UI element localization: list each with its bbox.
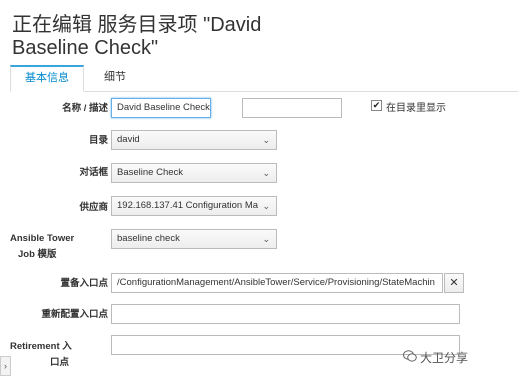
retirement-entry-label-line2: 口点 [50,357,70,368]
tab-basic-info[interactable]: 基本信息 [10,65,84,92]
retirement-entry-label-line1: Retirement 入 [10,341,72,352]
close-icon: ✕ [449,277,459,289]
catalog-label: 目录 [88,135,108,146]
provisioning-entry-input[interactable]: /ConfigurationManagement/AnsibleTower/Se… [111,273,443,293]
provider-select[interactable]: 192.168.137.41 Configuration Ma ⌄ [111,196,277,216]
display-in-catalog-label: 在目录里显示 [386,103,446,114]
tab-details[interactable]: 细节 [90,65,140,90]
clear-provisioning-button[interactable]: ✕ [444,273,464,293]
job-template-select[interactable]: baseline check ⌄ [111,229,277,249]
name-input[interactable]: David Baseline Check [111,98,211,118]
display-in-catalog-checkbox[interactable]: ✔ [371,100,382,111]
catalog-select-value: david [117,134,140,145]
provisioning-entry-label: 置备入口点 [60,278,108,289]
page-title: 正在编辑 服务目录项 "David Baseline Check" [12,14,262,59]
caret-down-icon: ⌄ [262,201,270,211]
name-label: 名称 / 描述 [62,103,108,114]
provider-label: 供应商 [79,202,108,213]
dialog-select-value: Baseline Check [117,167,184,178]
job-template-label-line1: Ansible Tower [10,233,75,244]
reconfigure-entry-input[interactable] [111,304,460,324]
caret-down-icon: ⌄ [262,168,270,178]
wechat-icon [403,350,417,362]
provider-select-value: 192.168.137.41 Configuration Ma [117,200,259,211]
retirement-entry-label: Retirement 入 口点 [10,339,80,371]
job-template-select-value: baseline check [117,233,180,244]
description-input[interactable] [242,98,342,118]
chevron-right-icon[interactable]: › [0,356,11,376]
job-template-label: Ansible Tower Job 模版 [10,231,80,263]
dialog-label: 对话框 [79,167,108,178]
caret-down-icon: ⌄ [262,234,270,244]
tab-bar: 基本信息 细节 [10,65,518,92]
job-template-label-line2: Job 模版 [18,249,57,260]
dialog-select[interactable]: Baseline Check ⌄ [111,163,277,183]
watermark-text: 大卫分享 [420,351,469,365]
caret-down-icon: ⌄ [262,135,270,145]
catalog-select[interactable]: david ⌄ [111,130,277,150]
reconfigure-entry-label: 重新配置入口点 [41,309,108,320]
